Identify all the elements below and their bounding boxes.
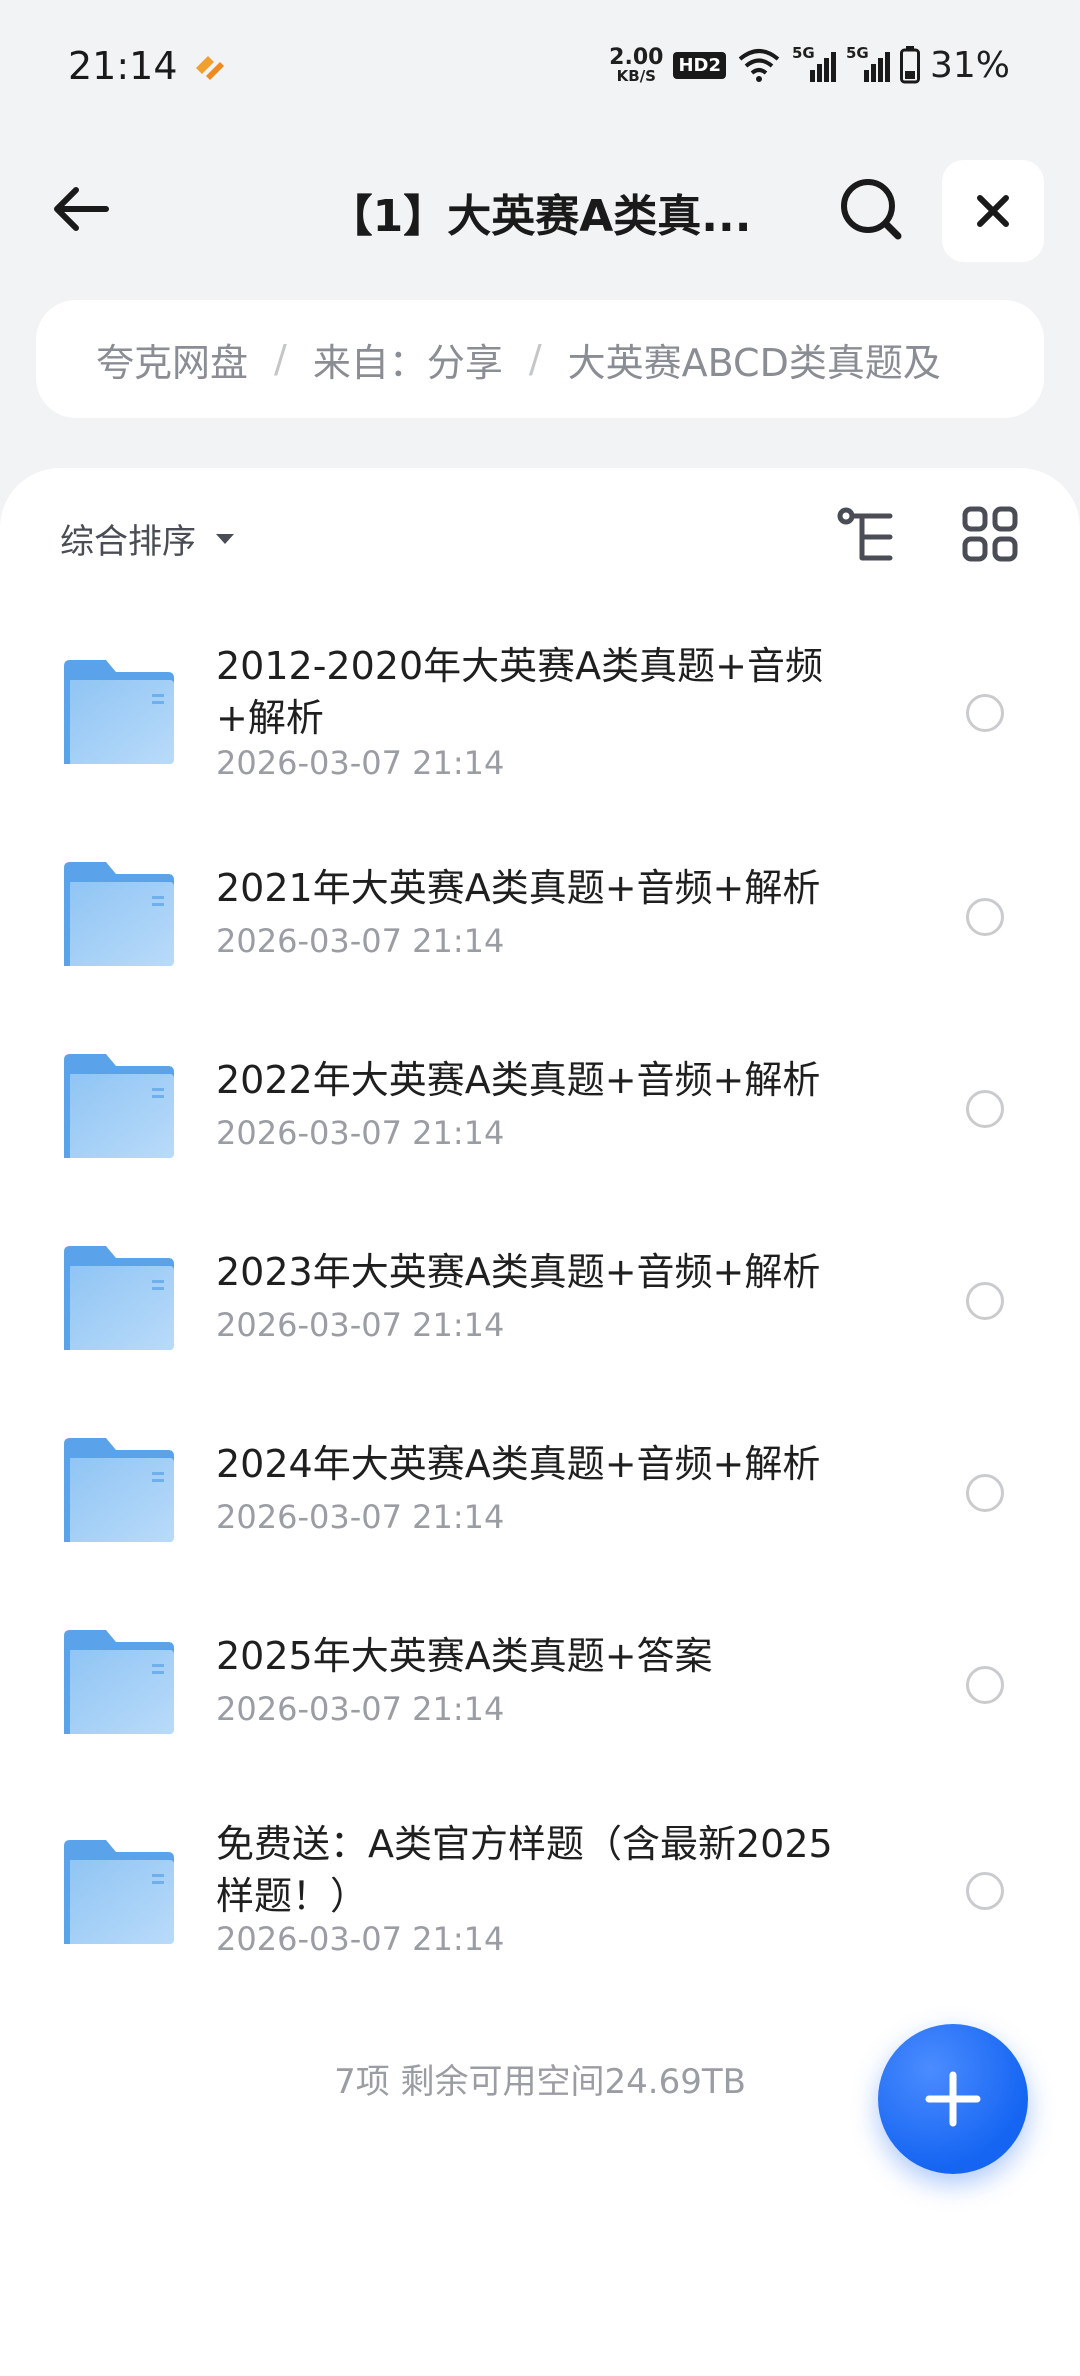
- hd-badge: HD2: [673, 51, 726, 79]
- wifi-icon: [738, 49, 780, 82]
- select-radio[interactable]: [966, 1872, 1004, 1910]
- sort-dropdown[interactable]: 综合排序: [60, 514, 236, 563]
- file-date: 2026-03-07 21:14: [216, 1690, 505, 1728]
- breadcrumb-item-shared[interactable]: 来自：分享: [313, 332, 503, 387]
- select-radio[interactable]: [966, 1282, 1004, 1320]
- folder-icon: [64, 1054, 174, 1158]
- folder-icon: [64, 660, 174, 764]
- status-bar: 21:14 2.00 KB/S HD2 5G 5G 31%: [0, 0, 1080, 130]
- folder-icon: [64, 1246, 174, 1350]
- network-speed: 2.00 KB/S: [609, 44, 664, 85]
- file-name: 2021年大英赛A类真题+音频+解析: [216, 866, 821, 910]
- back-arrow-icon[interactable]: [48, 176, 114, 242]
- battery-percent: 31%: [929, 44, 1010, 86]
- plus-icon: [925, 2071, 981, 2127]
- status-time: 21:14: [68, 44, 178, 88]
- file-date: 2026-03-07 21:14: [216, 922, 505, 960]
- battery-icon: [899, 46, 920, 84]
- file-name: 2025年大英赛A类真题+答案: [216, 1634, 713, 1678]
- file-name: 2012-2020年大英赛A类真题+音频+解析: [216, 644, 823, 740]
- folder-icon: [64, 1630, 174, 1734]
- file-name: 2022年大英赛A类真题+音频+解析: [216, 1058, 821, 1102]
- breadcrumb-fade: [974, 300, 1044, 418]
- page-title: 【1】大英赛A类真...: [328, 191, 752, 242]
- select-radio[interactable]: [966, 1474, 1004, 1512]
- breadcrumb-item-folder[interactable]: 大英赛ABCD类真题及: [568, 332, 941, 387]
- search-icon[interactable]: [836, 174, 906, 244]
- select-radio[interactable]: [966, 1666, 1004, 1704]
- breadcrumb-separator: /: [274, 337, 287, 381]
- folder-icon: [64, 1840, 174, 1944]
- select-radio[interactable]: [966, 694, 1004, 732]
- breadcrumb-separator: /: [528, 337, 542, 381]
- file-date: 2026-03-07 21:14: [216, 744, 505, 782]
- breadcrumb: 夸克网盘 / 来自：分享 / 大英赛ABCD类真题及: [36, 300, 1044, 418]
- file-date: 2026-03-07 21:14: [216, 1114, 505, 1152]
- file-name: 免费送：A类官方样题（含最新2025样题！）: [216, 1822, 833, 1918]
- folder-icon: [64, 1438, 174, 1542]
- folder-icon: [64, 862, 174, 966]
- select-radio[interactable]: [966, 1090, 1004, 1128]
- file-name: 2023年大英赛A类真题+音频+解析: [216, 1250, 821, 1294]
- select-radio[interactable]: [966, 898, 1004, 936]
- file-date: 2026-03-07 21:14: [216, 1498, 505, 1536]
- close-icon: [977, 195, 1009, 227]
- app-notification-icon: [196, 56, 224, 80]
- breadcrumb-item-root[interactable]: 夸克网盘: [96, 332, 248, 387]
- close-button[interactable]: [942, 160, 1044, 262]
- add-button[interactable]: [878, 2024, 1028, 2174]
- signal-sim2-icon: 5G: [846, 44, 890, 82]
- file-date: 2026-03-07 21:14: [216, 1920, 505, 1958]
- grid-view-icon[interactable]: [962, 506, 1018, 562]
- file-name: 2024年大英赛A类真题+音频+解析: [216, 1442, 821, 1486]
- signal-sim1-icon: 5G: [792, 44, 836, 82]
- caret-down-icon: [216, 533, 234, 544]
- sort-label: 综合排序: [60, 522, 196, 562]
- tree-view-icon[interactable]: [836, 506, 898, 568]
- file-date: 2026-03-07 21:14: [216, 1306, 505, 1344]
